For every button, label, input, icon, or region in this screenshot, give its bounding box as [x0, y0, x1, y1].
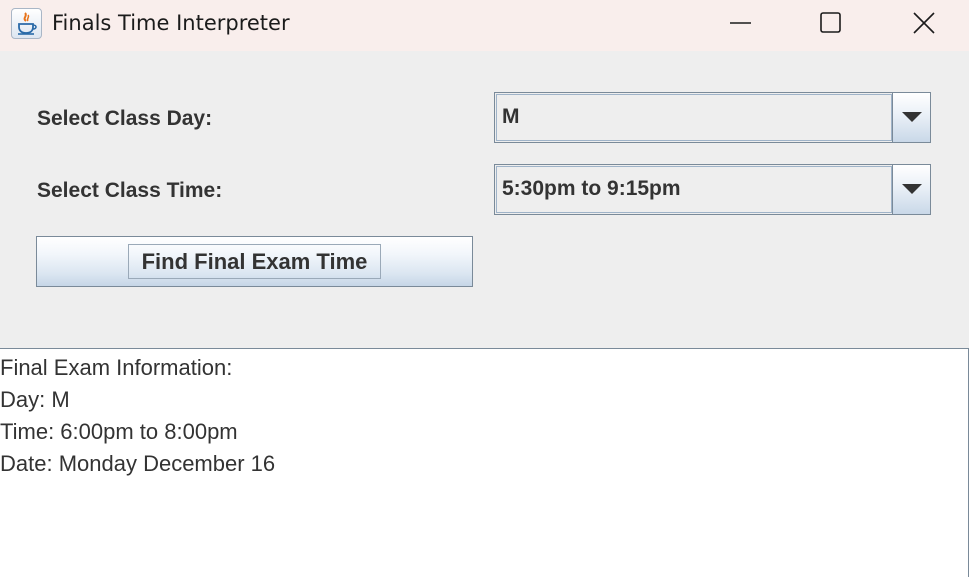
close-icon — [913, 12, 935, 34]
chevron-down-icon — [902, 184, 922, 194]
minimize-button[interactable] — [717, 0, 763, 48]
window-title: Finals Time Interpreter — [52, 11, 290, 35]
class-time-select[interactable]: 5:30pm to 9:15pm — [494, 164, 931, 215]
output-line: Day: M — [0, 387, 70, 412]
chevron-down-icon — [902, 112, 922, 122]
class-time-label: Select Class Time: — [37, 179, 223, 202]
minimize-icon — [730, 22, 751, 24]
class-day-value[interactable]: M — [496, 94, 892, 141]
output-line: Date: Monday December 16 — [0, 451, 276, 476]
title-bar: Finals Time Interpreter — [0, 0, 969, 51]
java-coffee-icon — [11, 8, 42, 39]
class-time-dropdown-button[interactable] — [892, 165, 930, 214]
maximize-button[interactable] — [807, 0, 853, 48]
class-day-dropdown-button[interactable] — [892, 93, 930, 142]
output-line: Final Exam Information: — [0, 355, 233, 380]
output-text-area[interactable]: Final Exam Information: Day: M Time: 6:0… — [0, 348, 969, 577]
close-button[interactable] — [900, 0, 946, 48]
find-final-exam-time-button[interactable]: Find Final Exam Time — [36, 236, 473, 287]
class-day-label: Select Class Day: — [37, 107, 213, 130]
find-button-label: Find Final Exam Time — [128, 244, 381, 279]
class-day-select[interactable]: M — [494, 92, 931, 143]
output-line: Time: 6:00pm to 8:00pm — [0, 419, 238, 444]
class-time-value[interactable]: 5:30pm to 9:15pm — [496, 166, 892, 213]
maximize-icon — [820, 12, 841, 33]
